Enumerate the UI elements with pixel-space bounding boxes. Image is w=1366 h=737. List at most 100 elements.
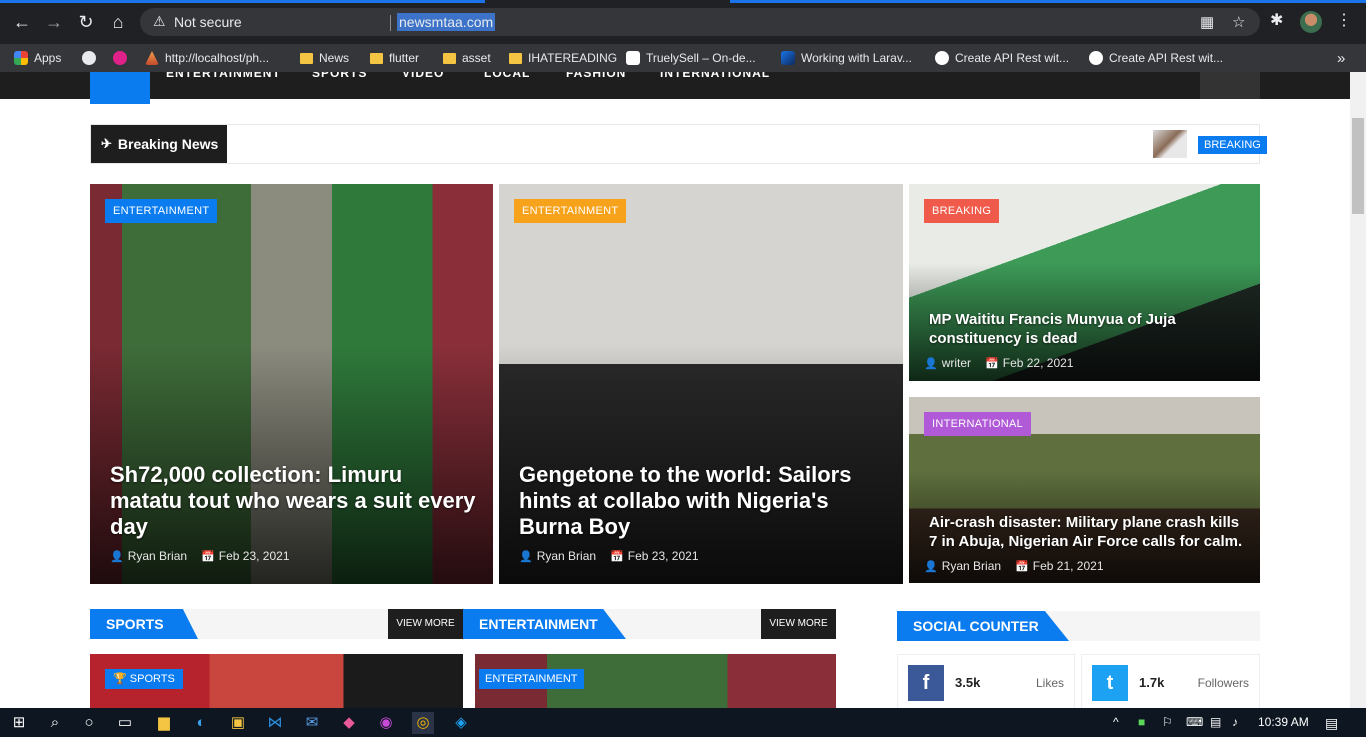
featured-card[interactable]: ENTERTAINMENT Gengetone to the world: Sa… [499, 184, 903, 584]
bookmark-truelysell[interactable]: TruelySell – On-de... [626, 48, 756, 68]
section-title[interactable]: ENTERTAINMENT [463, 609, 626, 639]
warning-icon: ⚠ [153, 13, 166, 29]
facebook-icon: f [908, 665, 944, 701]
url-text[interactable]: newsmtaa.com [397, 13, 496, 31]
bookmark-label: News [319, 51, 350, 65]
nav-fashion[interactable]: FASHION [566, 72, 626, 80]
folder-icon [300, 52, 313, 64]
bookmark-ihatereading[interactable]: IHATEREADING [509, 48, 617, 68]
folder-icon [509, 52, 522, 64]
article-title[interactable]: Sh72,000 collection: Limuru matatu tout … [110, 462, 477, 540]
apps-grid-icon [14, 51, 28, 65]
view-more-button[interactable]: VIEW MORE [761, 609, 836, 639]
category-label: SPORTS [129, 673, 175, 685]
bookmark-globe[interactable] [82, 48, 96, 68]
bookmark-site[interactable] [113, 48, 127, 68]
nav-entertainment[interactable]: ENTERTAINMENT [166, 72, 281, 80]
bookmark-star-icon[interactable]: ☆ [1232, 13, 1245, 31]
entertainment-section-header: ENTERTAINMENT VIEW MORE [463, 609, 836, 639]
page-scrollbar[interactable] [1350, 72, 1366, 708]
edge-icon[interactable]: ◐ [190, 712, 212, 734]
photos-icon[interactable]: ◉ [375, 712, 397, 734]
featured-card[interactable]: ENTERTAINMENT Sh72,000 collection: Limur… [90, 184, 493, 584]
search-icon[interactable]: ⌕ [44, 712, 66, 734]
bookmark-news[interactable]: News [300, 48, 349, 68]
breaking-tag[interactable]: BREAKING [1198, 136, 1267, 154]
twitter-counter[interactable]: t 1.7k Followers [1081, 654, 1260, 708]
bookmark-api-2[interactable]: Create API Rest wit... [1089, 48, 1223, 68]
search-button[interactable] [1200, 72, 1260, 99]
view-more-button[interactable]: VIEW MORE [388, 609, 463, 639]
nav-video[interactable]: VIDEO [402, 72, 444, 80]
category-badge[interactable]: ENTERTAINMENT [105, 199, 218, 223]
vscode-icon[interactable]: ⋈ [264, 712, 286, 734]
ime-icon[interactable]: ⌨ [1186, 715, 1203, 729]
article-author: Ryan Brian [127, 549, 188, 563]
tray-chevron-icon[interactable]: ^ [1113, 715, 1119, 729]
qr-code-icon[interactable]: ▦ [1200, 13, 1214, 31]
article-title[interactable]: Air-crash disaster: Military plane crash… [929, 513, 1244, 551]
bookmark-flutter[interactable]: flutter [370, 48, 419, 68]
store-icon[interactable]: ▣ [227, 712, 249, 734]
facebook-counter[interactable]: f 3.5k Likes [897, 654, 1075, 708]
home-nav-button[interactable] [90, 72, 150, 104]
nav-sports[interactable]: SPORTS [312, 72, 367, 80]
bookmark-localhost[interactable]: http://localhost/ph... [145, 48, 269, 68]
featured-card[interactable]: INTERNATIONAL Air-crash disaster: Milita… [909, 397, 1260, 583]
windows-start-icon[interactable]: ⊞ [8, 712, 30, 734]
calendar-icon: 📅 [610, 551, 624, 563]
home-icon[interactable]: ⌂ [106, 10, 130, 34]
bookmark-apps[interactable]: Apps [14, 48, 61, 68]
article-title[interactable]: MP Waititu Francis Munyua of Juja consti… [929, 310, 1244, 348]
bookmark-asset[interactable]: asset [443, 48, 491, 68]
twitter-icon: t [1092, 665, 1128, 701]
medium-icon [935, 51, 949, 65]
section-title[interactable]: SPORTS [90, 609, 198, 639]
app-icon[interactable]: ◆ [338, 712, 360, 734]
category-badge[interactable]: 🏆 SPORTS [105, 669, 183, 689]
tray-app-icon[interactable]: ⚐ [1162, 715, 1173, 729]
entertainment-article-thumbnail[interactable]: ENTERTAINMENT [475, 654, 836, 708]
extensions-icon[interactable]: ✱ [1270, 10, 1283, 30]
globe-icon [82, 51, 96, 65]
article-title[interactable]: Gengetone to the world: Sailors hints at… [519, 462, 887, 540]
file-explorer-icon[interactable]: ▆ [153, 712, 175, 734]
clock[interactable]: 10:39 AM [1258, 715, 1309, 729]
bookmark-api-1[interactable]: Create API Rest wit... [935, 48, 1069, 68]
address-bar[interactable]: ⚠ Not secure newsmtaa.com ▦ ☆ [140, 8, 1260, 36]
folder-icon [370, 52, 383, 64]
back-icon[interactable]: ← [10, 10, 34, 34]
menu-kebab-icon[interactable]: ⋮ [1336, 10, 1352, 30]
scrollbar-thumb[interactable] [1352, 118, 1364, 214]
category-badge[interactable]: INTERNATIONAL [924, 412, 1032, 436]
category-badge[interactable]: BREAKING [924, 199, 1000, 223]
chrome-icon[interactable]: ◎ [412, 712, 434, 734]
bookmark-label: asset [462, 51, 491, 65]
forward-icon[interactable]: → [42, 10, 66, 34]
site-favicon-icon [113, 51, 127, 65]
volume-icon[interactable]: ♪ [1232, 715, 1238, 729]
bookmark-laravel[interactable]: Working with Larav... [781, 48, 912, 68]
featured-card[interactable]: BREAKING MP Waititu Francis Munyua of Ju… [909, 184, 1260, 381]
bookmarks-overflow[interactable]: » [1337, 48, 1345, 68]
profile-avatar[interactable] [1300, 11, 1322, 33]
security-label[interactable]: Not secure [174, 14, 242, 30]
reload-icon[interactable]: ↻ [74, 10, 98, 34]
app-icon-2[interactable]: ◈ [450, 712, 472, 734]
nav-local[interactable]: LOCAL [484, 72, 530, 80]
mail-icon[interactable]: ✉ [301, 712, 323, 734]
bookmark-label: flutter [389, 51, 420, 65]
nvidia-icon[interactable]: ■ [1138, 715, 1145, 729]
nav-international[interactable]: INTERNATIONAL [660, 72, 770, 80]
category-badge[interactable]: ENTERTAINMENT [479, 669, 584, 689]
article-meta: 👤 Ryan Brian 📅 Feb 21, 2021 [924, 559, 1104, 573]
web-page: ENTERTAINMENT SPORTS VIDEO LOCAL FASHION… [0, 72, 1350, 708]
notifications-icon[interactable]: ▤ [1325, 715, 1338, 732]
category-badge[interactable]: ENTERTAINMENT [514, 199, 627, 223]
sports-article-thumbnail[interactable]: 🏆 SPORTS [90, 654, 463, 708]
article-meta: 👤 writer 📅 Feb 22, 2021 [924, 356, 1073, 370]
breaking-thumbnail[interactable] [1153, 130, 1187, 158]
network-icon[interactable]: ▤ [1210, 715, 1221, 729]
cortana-icon[interactable]: ○ [78, 712, 100, 734]
task-view-icon[interactable]: ▭ [114, 712, 136, 734]
